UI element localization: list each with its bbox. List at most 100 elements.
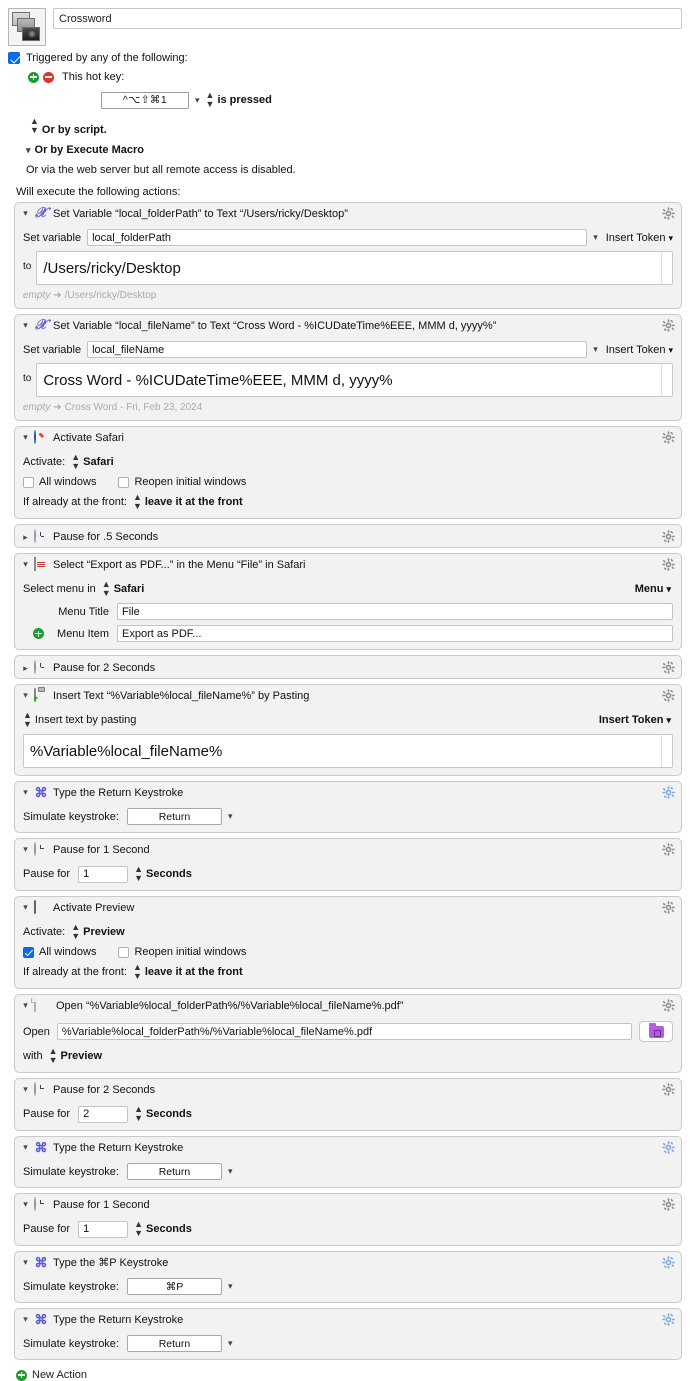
insert-mode-stepper-icon[interactable]: ▲ ▼ — [23, 711, 32, 729]
execute-macro-chevron-down-icon[interactable]: ▾ — [26, 145, 31, 155]
action-pause-half-second[interactable]: ▸ Pause for .5 Seconds — [14, 524, 682, 548]
disclosure-open-icon[interactable]: ▾ — [21, 903, 30, 912]
gear-icon[interactable] — [662, 1198, 675, 1211]
keystroke-input[interactable]: ⌘P — [126, 1278, 222, 1295]
gear-icon[interactable] — [662, 207, 675, 220]
app-stepper-icon[interactable]: ▲ ▼ — [102, 580, 111, 598]
disclosure-open-icon[interactable]: ▾ — [21, 1143, 30, 1152]
action-select-menu[interactable]: ▾ Select “Export as PDF...” in the Menu … — [14, 553, 682, 650]
gear-icon[interactable] — [662, 1141, 675, 1154]
disclosure-closed-icon[interactable]: ▸ — [21, 663, 30, 673]
gear-icon[interactable] — [662, 558, 675, 571]
action-pause-one-second-2[interactable]: ▾ Pause for 1 Second Pause for 1 ▲ ▼ Seco… — [14, 1193, 682, 1246]
reopen-initial-windows-checkbox[interactable] — [118, 946, 130, 958]
trigger-enabled-checkbox[interactable] — [8, 52, 20, 64]
gear-icon[interactable] — [662, 1313, 675, 1326]
disclosure-open-icon[interactable]: ▾ — [21, 1001, 30, 1010]
gear-icon[interactable] — [662, 786, 675, 799]
action-open-file[interactable]: ▾ Open “%Variable%local_folderPath%/%Var… — [14, 994, 682, 1073]
disclosure-closed-icon[interactable]: ▸ — [21, 532, 30, 542]
gear-icon[interactable] — [662, 843, 675, 856]
action-set-variable-filename[interactable]: ▾ 𝒳 Set Variable “local_fileName” to Tex… — [14, 314, 682, 421]
action-type-return-keystroke-2[interactable]: ▾ ⌘ Type the Return Keystroke Simulate k… — [14, 1136, 682, 1188]
keystroke-dropdown-chevron-icon[interactable]: ▾ — [228, 1281, 233, 1292]
disclosure-open-icon[interactable]: ▾ — [21, 209, 30, 218]
add-menu-item-icon[interactable] — [33, 628, 44, 639]
pause-duration-input[interactable]: 1 — [78, 865, 129, 883]
action-type-return-keystroke-3[interactable]: ▾ ⌘ Type the Return Keystroke Simulate k… — [14, 1308, 682, 1360]
action-type-return-keystroke-1[interactable]: ▾ ⌘ Type the Return Keystroke Simulate k… — [14, 781, 682, 833]
menu-title-input[interactable]: File — [117, 603, 673, 620]
with-app-stepper-icon[interactable]: ▲ ▼ — [49, 1047, 58, 1065]
action-header[interactable]: ▾ Pause for 2 Seconds — [15, 1079, 681, 1098]
menu-item-input[interactable]: Export as PDF... — [117, 625, 673, 642]
action-header[interactable]: ▾ ⌘ Type the Return Keystroke — [15, 1309, 681, 1328]
insert-token-button[interactable]: Insert Token ▾ — [606, 344, 673, 356]
gear-icon[interactable] — [662, 661, 675, 674]
macro-name-input[interactable]: Crossword — [53, 8, 682, 29]
menu-dropdown-button[interactable]: Menu ▾ — [635, 583, 671, 595]
action-activate-safari[interactable]: ▾ Activate Safari Activate: ▲ ▼ Safari Al… — [14, 426, 682, 519]
script-stepper-icon[interactable]: ▲ ▼ — [30, 117, 39, 135]
pause-duration-input[interactable]: 1 — [78, 1220, 129, 1238]
disclosure-open-icon[interactable]: ▾ — [21, 1258, 30, 1267]
action-header[interactable]: ▾ ⌘ Type the Return Keystroke — [15, 782, 681, 801]
keystroke-input[interactable]: Return — [126, 1163, 222, 1180]
disclosure-open-icon[interactable]: ▾ — [21, 691, 30, 700]
hotkey-input[interactable]: ^⌥⇧⌘1 — [101, 91, 189, 109]
or-by-execute-macro-row[interactable]: ▾ Or by Execute Macro — [24, 144, 682, 156]
keystroke-input[interactable]: Return — [126, 1335, 222, 1352]
add-trigger-icon[interactable] — [28, 71, 39, 83]
reopen-initial-windows-checkbox[interactable] — [118, 476, 130, 488]
front-stepper-icon[interactable]: ▲ ▼ — [133, 493, 142, 511]
disclosure-open-icon[interactable]: ▾ — [21, 1315, 30, 1324]
action-pause-two-seconds-collapsed[interactable]: ▸ Pause for 2 Seconds — [14, 655, 682, 679]
open-path-input[interactable]: %Variable%local_folderPath%/%Variable%lo… — [56, 1023, 632, 1040]
action-pause-two-seconds[interactable]: ▾ Pause for 2 Seconds Pause for 2 ▲ ▼ Sec… — [14, 1078, 682, 1131]
units-stepper-icon[interactable]: ▲ ▼ — [134, 865, 143, 883]
keystroke-dropdown-chevron-icon[interactable]: ▾ — [228, 1166, 233, 1177]
disclosure-open-icon[interactable]: ▾ — [21, 560, 30, 569]
disclosure-open-icon[interactable]: ▾ — [21, 1200, 30, 1209]
variable-value-input[interactable]: Cross Word - %ICUDateTime%EEE, MMM d, yy… — [36, 363, 673, 397]
choose-folder-button[interactable] — [639, 1021, 673, 1042]
insert-token-button[interactable]: Insert Token ▾ — [599, 714, 671, 726]
disclosure-open-icon[interactable]: ▾ — [21, 321, 30, 330]
action-header[interactable]: ▸ Pause for 2 Seconds — [15, 656, 681, 678]
keystroke-input[interactable]: Return — [126, 808, 222, 825]
pause-duration-input[interactable]: 2 — [78, 1105, 129, 1123]
keystroke-dropdown-chevron-icon[interactable]: ▾ — [228, 811, 233, 822]
action-pause-one-second-1[interactable]: ▾ Pause for 1 Second Pause for 1 ▲ ▼ Seco… — [14, 838, 682, 891]
action-insert-text[interactable]: ▾ Insert Text “%Variable%local_fileName%… — [14, 684, 682, 776]
action-header[interactable]: ▾ Select “Export as PDF...” in the Menu … — [15, 554, 681, 573]
disclosure-open-icon[interactable]: ▾ — [21, 433, 30, 442]
app-stepper-icon[interactable]: ▲ ▼ — [71, 923, 80, 941]
action-activate-preview[interactable]: ▾ Activate Preview Activate: ▲ ▼ Preview … — [14, 896, 682, 989]
action-header[interactable]: ▾ Pause for 1 Second — [15, 1194, 681, 1213]
all-windows-checkbox[interactable] — [23, 946, 34, 958]
variable-name-input[interactable]: local_fileName — [87, 341, 588, 358]
action-header[interactable]: ▾ Insert Text “%Variable%local_fileName%… — [15, 685, 681, 704]
variable-dropdown-chevron-icon[interactable]: ▾ — [593, 344, 598, 355]
action-header[interactable]: ▾ ⌘ Type the Return Keystroke — [15, 1137, 681, 1156]
variable-value-input[interactable]: /Users/ricky/Desktop — [36, 251, 673, 285]
gear-icon[interactable] — [662, 1256, 675, 1269]
hotkey-condition-stepper-icon[interactable]: ▲ ▼ — [206, 91, 215, 109]
gear-icon[interactable] — [662, 431, 675, 444]
gear-icon[interactable] — [662, 319, 675, 332]
app-stepper-icon[interactable]: ▲ ▼ — [71, 453, 80, 471]
new-action-button[interactable]: New Action — [0, 1365, 690, 1381]
disclosure-open-icon[interactable]: ▾ — [21, 788, 30, 797]
units-stepper-icon[interactable]: ▲ ▼ — [134, 1105, 143, 1123]
action-header[interactable]: ▾ 𝒳 Set Variable “local_folderPath” to T… — [15, 203, 681, 222]
insert-text-input[interactable]: %Variable%local_fileName% — [23, 734, 673, 768]
action-header[interactable]: ▾ Pause for 1 Second — [15, 839, 681, 858]
gear-icon[interactable] — [662, 901, 675, 914]
action-header[interactable]: ▾ ⌘ Type the ⌘P Keystroke — [15, 1252, 681, 1271]
disclosure-open-icon[interactable]: ▾ — [21, 1085, 30, 1094]
hotkey-dropdown-chevron-icon[interactable]: ▾ — [195, 95, 200, 106]
disclosure-open-icon[interactable]: ▾ — [21, 845, 30, 854]
action-header[interactable]: ▾ Activate Safari — [15, 427, 681, 446]
remove-trigger-icon[interactable] — [43, 71, 54, 83]
action-header[interactable]: ▾ Activate Preview — [15, 897, 681, 916]
